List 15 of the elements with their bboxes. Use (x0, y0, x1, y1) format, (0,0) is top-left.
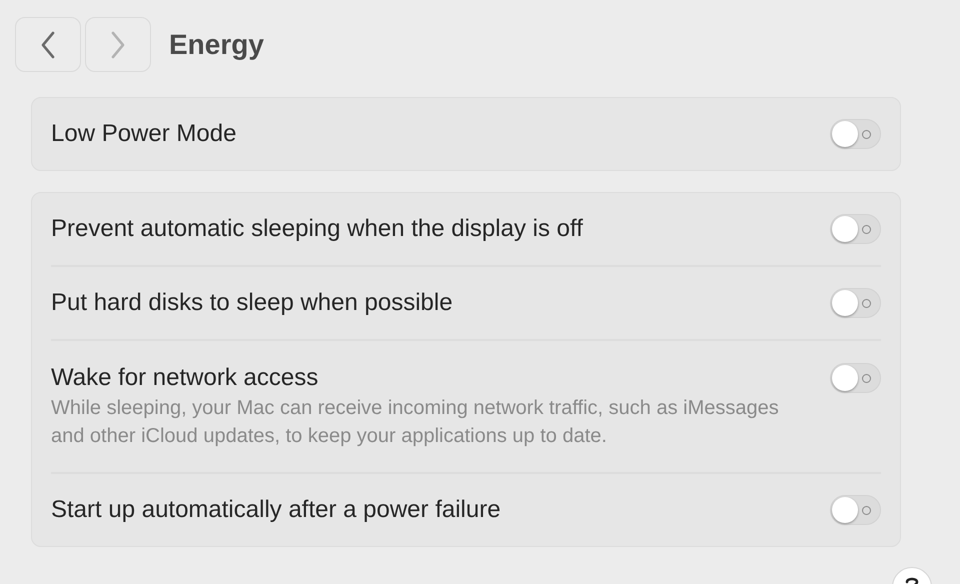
setting-label: Low Power Mode (51, 119, 236, 149)
toggle-switch[interactable] (830, 214, 881, 244)
page-title: Energy (169, 28, 264, 62)
toggle-switch[interactable] (830, 363, 881, 393)
chevron-right-icon (110, 30, 126, 58)
toggle-switch[interactable] (830, 495, 881, 525)
setting-label: Prevent automatic sleeping when the display is off (51, 214, 583, 244)
setting-label: Wake for network access (51, 363, 320, 393)
setting-description: While sleeping, your Mac can receive incoming network traffic, such as iMessages and other iCloud updates, to keep your applications up to date. (51, 396, 780, 449)
toggle-switch[interactable] (830, 288, 881, 318)
back-button[interactable] (15, 17, 81, 72)
setting-label: Start up automatically after a power failure (51, 495, 501, 525)
toggle-switch[interactable] (830, 119, 881, 149)
setting-label: Put hard disks to sleep when possible (51, 288, 453, 318)
chevron-left-icon (40, 30, 56, 58)
